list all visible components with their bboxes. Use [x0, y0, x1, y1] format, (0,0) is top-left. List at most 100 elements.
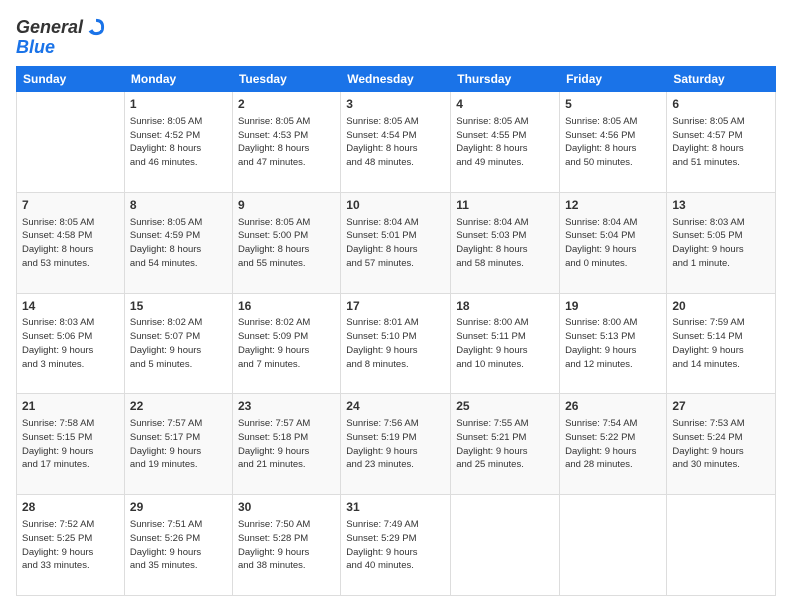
calendar-cell: 21Sunrise: 7:58 AMSunset: 5:15 PMDayligh…: [17, 394, 125, 495]
day-info: Sunrise: 7:52 AMSunset: 5:25 PMDaylight:…: [22, 518, 119, 573]
calendar-cell: 27 Sunrise: 7:53 AMSunset: 5:24 PMDayligh…: [667, 394, 776, 495]
calendar-table: SundayMondayTuesdayWednesdayThursdayFrid…: [16, 66, 776, 596]
day-number: 19: [565, 298, 661, 315]
day-number: 2: [238, 96, 335, 113]
calendar-cell: 22 Sunrise: 7:57 AMSunset: 5:17 PMDayligh…: [124, 394, 232, 495]
calendar-cell: 6 Sunrise: 8:05 AMSunset: 4:57 PMDaylight…: [667, 92, 776, 193]
day-info: Sunrise: 8:05 AMSunset: 4:54 PMDaylight:…: [346, 115, 445, 170]
day-info: Sunrise: 7:57 AMSunset: 5:17 PMDaylight:…: [130, 417, 227, 472]
day-number: 8: [130, 197, 227, 214]
page: GeneralBlue SundayMondayTuesdayWednesday…: [0, 0, 792, 612]
day-number: 15: [130, 298, 227, 315]
day-info: Sunrise: 8:05 AMSunset: 4:58 PMDaylight:…: [22, 216, 119, 271]
day-number: 23: [238, 398, 335, 415]
day-number: 17: [346, 298, 445, 315]
calendar-cell: 17Sunrise: 8:01 AMSunset: 5:10 PMDayligh…: [341, 293, 451, 394]
calendar-cell: 8 Sunrise: 8:05 AMSunset: 4:59 PMDaylight…: [124, 192, 232, 293]
day-number: 14: [22, 298, 119, 315]
logo: GeneralBlue: [16, 16, 146, 56]
day-info: Sunrise: 8:05 AMSunset: 4:59 PMDaylight:…: [130, 216, 227, 271]
calendar-week-2: 7 Sunrise: 8:05 AMSunset: 4:58 PMDaylight…: [17, 192, 776, 293]
day-info: Sunrise: 7:56 AMSunset: 5:19 PMDaylight:…: [346, 417, 445, 472]
day-number: 28: [22, 499, 119, 516]
day-number: 22: [130, 398, 227, 415]
day-number: 13: [672, 197, 770, 214]
calendar-week-4: 21Sunrise: 7:58 AMSunset: 5:15 PMDayligh…: [17, 394, 776, 495]
calendar-cell: 3 Sunrise: 8:05 AMSunset: 4:54 PMDaylight…: [341, 92, 451, 193]
calendar-cell: 5 Sunrise: 8:05 AMSunset: 4:56 PMDaylight…: [560, 92, 667, 193]
calendar-cell: [17, 92, 125, 193]
calendar-cell: 23 Sunrise: 7:57 AMSunset: 5:18 PMDayligh…: [232, 394, 340, 495]
calendar-cell: 15Sunrise: 8:02 AMSunset: 5:07 PMDayligh…: [124, 293, 232, 394]
calendar-header-row: SundayMondayTuesdayWednesdayThursdayFrid…: [17, 67, 776, 92]
day-number: 21: [22, 398, 119, 415]
calendar-cell: 28 Sunrise: 7:52 AMSunset: 5:25 PMDayligh…: [17, 495, 125, 596]
weekday-header-sunday: Sunday: [17, 67, 125, 92]
weekday-header-friday: Friday: [560, 67, 667, 92]
calendar-cell: 4 Sunrise: 8:05 AMSunset: 4:55 PMDaylight…: [451, 92, 560, 193]
day-number: 7: [22, 197, 119, 214]
day-info: Sunrise: 7:51 AMSunset: 5:26 PMDaylight:…: [130, 518, 227, 573]
day-info: Sunrise: 8:02 AMSunset: 5:07 PMDaylight:…: [130, 316, 227, 371]
calendar-cell: 16Sunrise: 8:02 AMSunset: 5:09 PMDayligh…: [232, 293, 340, 394]
calendar-cell: [667, 495, 776, 596]
calendar-cell: [451, 495, 560, 596]
weekday-header-wednesday: Wednesday: [341, 67, 451, 92]
calendar-cell: 25Sunrise: 7:55 AMSunset: 5:21 PMDayligh…: [451, 394, 560, 495]
logo-text: GeneralBlue: [16, 16, 146, 56]
calendar-cell: 26 Sunrise: 7:54 AMSunset: 5:22 PMDayligh…: [560, 394, 667, 495]
calendar-cell: 18Sunrise: 8:00 AMSunset: 5:11 PMDayligh…: [451, 293, 560, 394]
day-number: 4: [456, 96, 554, 113]
calendar-cell: 14Sunrise: 8:03 AMSunset: 5:06 PMDayligh…: [17, 293, 125, 394]
day-info: Sunrise: 8:03 AMSunset: 5:06 PMDaylight:…: [22, 316, 119, 371]
calendar-week-3: 14Sunrise: 8:03 AMSunset: 5:06 PMDayligh…: [17, 293, 776, 394]
day-number: 27: [672, 398, 770, 415]
calendar-cell: 11 Sunrise: 8:04 AMSunset: 5:03 PMDayligh…: [451, 192, 560, 293]
day-info: Sunrise: 7:50 AMSunset: 5:28 PMDaylight:…: [238, 518, 335, 573]
day-info: Sunrise: 8:04 AMSunset: 5:03 PMDaylight:…: [456, 216, 554, 271]
day-number: 3: [346, 96, 445, 113]
day-info: Sunrise: 7:49 AMSunset: 5:29 PMDaylight:…: [346, 518, 445, 573]
day-number: 11: [456, 197, 554, 214]
day-number: 10: [346, 197, 445, 214]
day-number: 24: [346, 398, 445, 415]
header: GeneralBlue: [16, 16, 776, 56]
day-info: Sunrise: 8:05 AMSunset: 4:55 PMDaylight:…: [456, 115, 554, 170]
weekday-header-tuesday: Tuesday: [232, 67, 340, 92]
calendar-cell: 31 Sunrise: 7:49 AMSunset: 5:29 PMDayligh…: [341, 495, 451, 596]
day-info: Sunrise: 8:04 AMSunset: 5:01 PMDaylight:…: [346, 216, 445, 271]
day-number: 18: [456, 298, 554, 315]
day-number: 26: [565, 398, 661, 415]
day-info: Sunrise: 8:01 AMSunset: 5:10 PMDaylight:…: [346, 316, 445, 371]
day-number: 29: [130, 499, 227, 516]
day-number: 16: [238, 298, 335, 315]
day-info: Sunrise: 8:02 AMSunset: 5:09 PMDaylight:…: [238, 316, 335, 371]
day-info: Sunrise: 8:03 AMSunset: 5:05 PMDaylight:…: [672, 216, 770, 271]
calendar-cell: 2 Sunrise: 8:05 AMSunset: 4:53 PMDaylight…: [232, 92, 340, 193]
day-number: 5: [565, 96, 661, 113]
weekday-header-thursday: Thursday: [451, 67, 560, 92]
calendar-cell: 30 Sunrise: 7:50 AMSunset: 5:28 PMDayligh…: [232, 495, 340, 596]
day-info: Sunrise: 8:05 AMSunset: 4:56 PMDaylight:…: [565, 115, 661, 170]
day-info: Sunrise: 8:05 AMSunset: 4:57 PMDaylight:…: [672, 115, 770, 170]
weekday-header-saturday: Saturday: [667, 67, 776, 92]
calendar-cell: 1 Sunrise: 8:05 AMSunset: 4:52 PMDaylight…: [124, 92, 232, 193]
day-number: 25: [456, 398, 554, 415]
day-info: Sunrise: 7:59 AMSunset: 5:14 PMDaylight:…: [672, 316, 770, 371]
day-number: 30: [238, 499, 335, 516]
calendar-cell: 24 Sunrise: 7:56 AMSunset: 5:19 PMDayligh…: [341, 394, 451, 495]
day-number: 20: [672, 298, 770, 315]
calendar-cell: 13 Sunrise: 8:03 AMSunset: 5:05 PMDayligh…: [667, 192, 776, 293]
day-info: Sunrise: 7:53 AMSunset: 5:24 PMDaylight:…: [672, 417, 770, 472]
day-number: 6: [672, 96, 770, 113]
day-number: 31: [346, 499, 445, 516]
day-info: Sunrise: 8:05 AMSunset: 4:53 PMDaylight:…: [238, 115, 335, 170]
weekday-header-monday: Monday: [124, 67, 232, 92]
day-info: Sunrise: 8:05 AMSunset: 4:52 PMDaylight:…: [130, 115, 227, 170]
day-info: Sunrise: 7:57 AMSunset: 5:18 PMDaylight:…: [238, 417, 335, 472]
calendar-cell: 19Sunrise: 8:00 AMSunset: 5:13 PMDayligh…: [560, 293, 667, 394]
day-number: 1: [130, 96, 227, 113]
calendar-week-5: 28 Sunrise: 7:52 AMSunset: 5:25 PMDayligh…: [17, 495, 776, 596]
day-info: Sunrise: 7:54 AMSunset: 5:22 PMDaylight:…: [565, 417, 661, 472]
calendar-cell: 7 Sunrise: 8:05 AMSunset: 4:58 PMDaylight…: [17, 192, 125, 293]
